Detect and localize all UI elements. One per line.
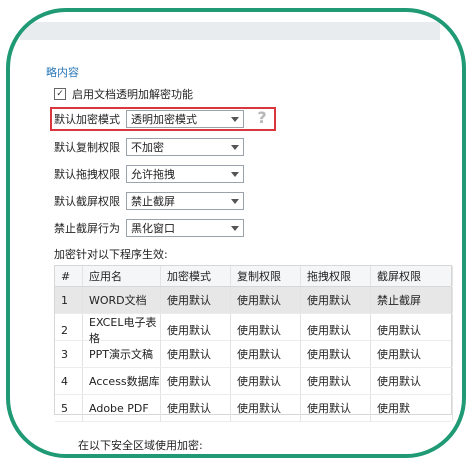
select-value: 黑化窗口	[131, 222, 175, 235]
table-cell: Adobe PDF	[83, 395, 161, 421]
table-cell: 禁止截屏	[371, 287, 453, 313]
check-icon: ✓	[56, 88, 64, 99]
table-row[interactable]: 4 Access数据库 使用默认 使用默认 使用默认 使用默认	[55, 368, 453, 395]
table-cell: 使用默认	[301, 395, 371, 421]
table-cell: Access数据库	[83, 368, 161, 394]
table-header: # 应用名 加密模式 复制权限 拖拽权限 截屏权限	[55, 266, 453, 287]
header-cell: 应用名	[83, 266, 161, 286]
header-cell: 截屏权限	[371, 266, 453, 286]
table-cell: 使用默认	[161, 341, 231, 367]
table-row[interactable]: 5 Adobe PDF 使用默认 使用默认 使用默认 使用默	[55, 395, 453, 422]
top-bar	[20, 22, 440, 40]
setting-row-screenshot-behavior[interactable]: 禁止截屏行为 黑化窗口	[54, 219, 244, 237]
table-cell: 使用默认	[161, 368, 231, 394]
screenshot-behavior-select[interactable]: 黑化窗口	[126, 219, 244, 237]
settings-panel: 略内容 ✓ 启用文档透明加解密功能 默认加密模式 透明加密模式 ? 默认复制权限…	[10, 12, 462, 454]
table-cell: 使用默认	[161, 395, 231, 421]
table-cell: 5	[55, 395, 83, 421]
table-cell: WORD文档	[83, 287, 161, 313]
question-icon[interactable]: ?	[254, 108, 270, 127]
drag-permission-select[interactable]: 允许拖拽	[126, 165, 244, 183]
table-cell: 使用默认	[301, 368, 371, 394]
table-cell: 3	[55, 341, 83, 367]
programs-caption: 加密针对以下程序生效:	[54, 248, 168, 261]
secure-area-caption: 在以下安全区域使用加密:	[78, 439, 203, 452]
header-cell: 拖拽权限	[301, 266, 371, 286]
table-cell: 使用默认	[231, 368, 301, 394]
header-cell: #	[55, 266, 83, 286]
table-cell: 使用默认	[231, 287, 301, 313]
rounded-frame: 略内容 ✓ 启用文档透明加解密功能 默认加密模式 透明加密模式 ? 默认复制权限…	[6, 8, 466, 458]
table-row[interactable]: 2 EXCEL电子表格 使用默认 使用默认 使用默认 使用默认	[55, 314, 453, 346]
section-title: 略内容	[46, 66, 79, 79]
table-row[interactable]: 3 PPT演示文稿 使用默认 使用默认 使用默认 使用默认	[55, 341, 453, 368]
table-cell: 使用默认	[371, 341, 453, 367]
table-cell: 1	[55, 287, 83, 313]
table-cell: 使用默	[371, 395, 453, 421]
setting-label: 默认复制权限	[54, 141, 120, 154]
select-value: 不加密	[131, 141, 164, 154]
table-cell: 使用默认	[301, 287, 371, 313]
enable-row[interactable]: ✓ 启用文档透明加解密功能	[54, 86, 193, 102]
enable-label: 启用文档透明加解密功能	[72, 88, 193, 101]
table-cell: 使用默认	[231, 341, 301, 367]
table-cell: PPT演示文稿	[83, 341, 161, 367]
table-cell: 使用默认	[301, 341, 371, 367]
header-cell: 加密模式	[161, 266, 231, 286]
screenshot-permission-select[interactable]: 禁止截屏	[126, 192, 244, 210]
table-cell: 4	[55, 368, 83, 394]
chevron-down-icon	[231, 198, 239, 204]
chevron-down-icon	[231, 144, 239, 150]
table-cell: 使用默认	[161, 287, 231, 313]
setting-label: 禁止截屏行为	[54, 222, 120, 235]
highlight-box	[50, 107, 276, 131]
setting-row-screenshot[interactable]: 默认截屏权限 禁止截屏	[54, 192, 244, 210]
enable-checkbox[interactable]: ✓	[54, 88, 66, 100]
chevron-down-icon	[231, 225, 239, 231]
setting-row-drag[interactable]: 默认拖拽权限 允许拖拽	[54, 165, 244, 183]
setting-label: 默认截屏权限	[54, 195, 120, 208]
select-value: 允许拖拽	[131, 168, 175, 181]
setting-label: 默认拖拽权限	[54, 168, 120, 181]
select-value: 禁止截屏	[131, 195, 175, 208]
programs-table: # 应用名 加密模式 复制权限 拖拽权限 截屏权限 1 WORD文档 使用默认 …	[54, 265, 453, 422]
chevron-down-icon	[231, 171, 239, 177]
table-row[interactable]: 1 WORD文档 使用默认 使用默认 使用默认 禁止截屏	[55, 287, 453, 314]
table-cell: 使用默认	[371, 368, 453, 394]
table-cell: 使用默认	[231, 395, 301, 421]
setting-row-copy[interactable]: 默认复制权限 不加密	[54, 138, 244, 156]
copy-permission-select[interactable]: 不加密	[126, 138, 244, 156]
header-cell: 复制权限	[231, 266, 301, 286]
